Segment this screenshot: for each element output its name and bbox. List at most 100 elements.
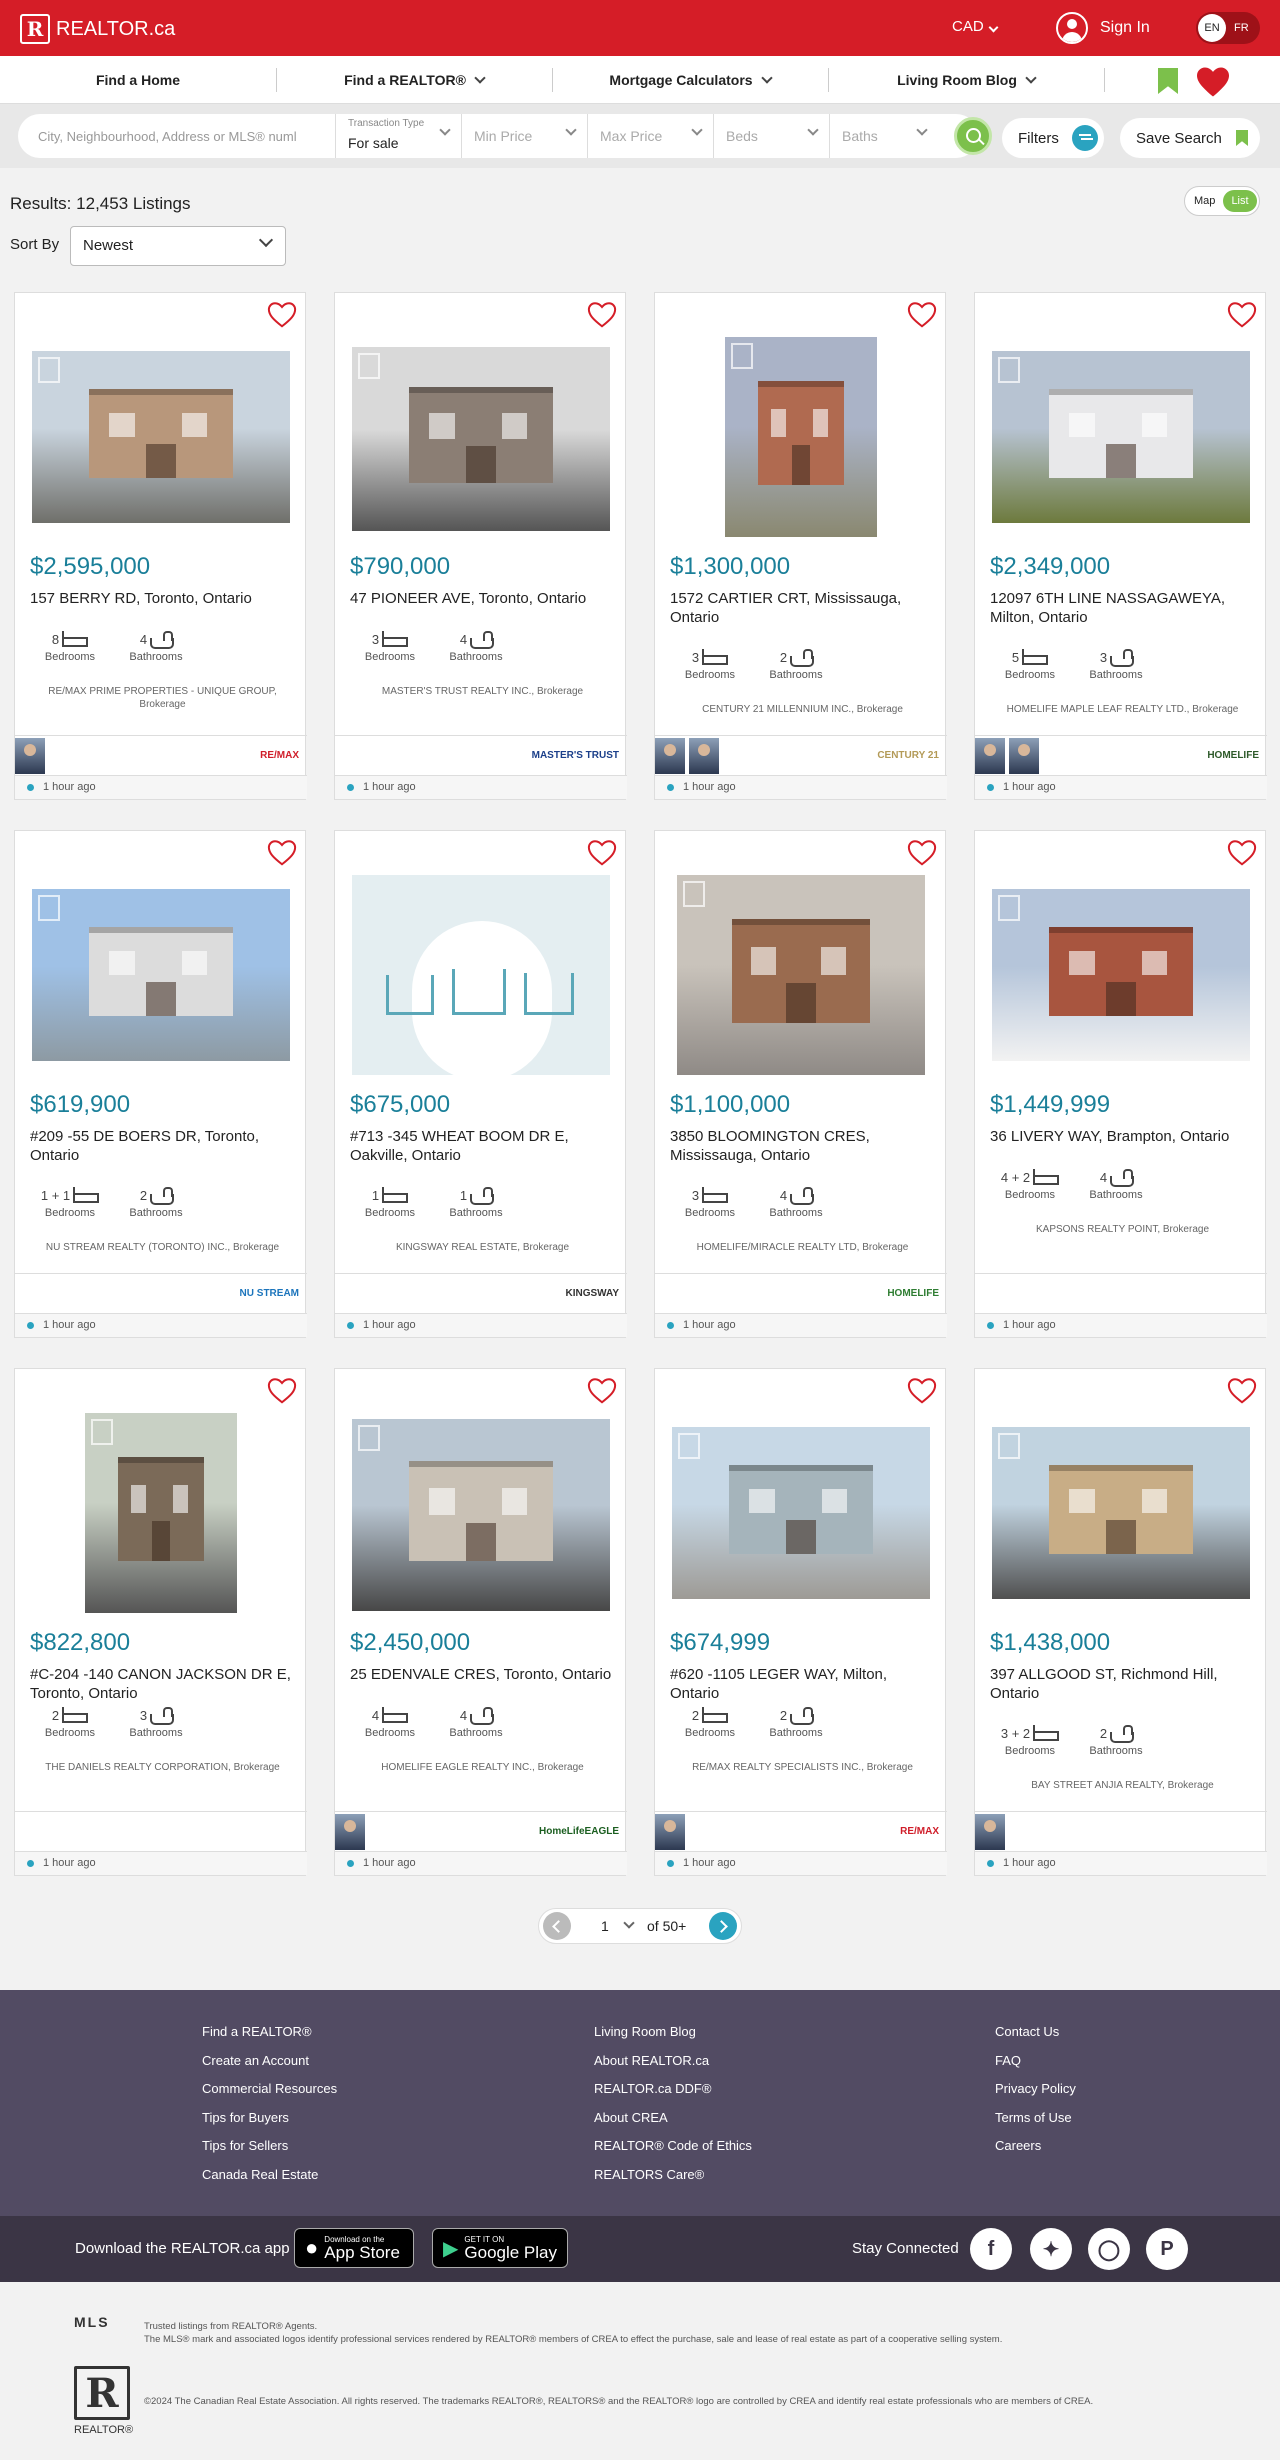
brokerage-logo[interactable]: NU STREAM bbox=[240, 1280, 299, 1306]
listing-photo[interactable] bbox=[352, 875, 610, 1075]
listing-price[interactable]: $1,438,000 bbox=[990, 1629, 1110, 1657]
footer-link[interactable]: Find a REALTOR® bbox=[202, 2018, 337, 2047]
listing-photo[interactable] bbox=[672, 1427, 930, 1599]
listing-price[interactable]: $1,300,000 bbox=[670, 553, 790, 581]
footer-link[interactable]: Commercial Resources bbox=[202, 2075, 337, 2104]
listing-photo[interactable] bbox=[85, 1413, 237, 1613]
listing-card[interactable]: $1,449,999 36 LIVERY WAY, Brampton, Onta… bbox=[974, 830, 1267, 1338]
listing-address[interactable]: 1572 CARTIER CRT, Mississauga, Ontario bbox=[670, 589, 935, 627]
brokerage-logo[interactable]: HOMELIFE bbox=[887, 1280, 939, 1306]
listing-price[interactable]: $675,000 bbox=[350, 1091, 450, 1119]
listing-address[interactable]: #C-204 -140 CANON JACKSON DR E, Toronto,… bbox=[30, 1665, 295, 1703]
listing-card[interactable]: $2,450,000 25 EDENVALE CRES, Toronto, On… bbox=[334, 1368, 627, 1876]
sign-in-button[interactable]: Sign In bbox=[1056, 12, 1150, 44]
agent-photo[interactable] bbox=[689, 738, 719, 774]
footer-link[interactable]: About CREA bbox=[594, 2104, 752, 2133]
filters-button[interactable]: Filters bbox=[1002, 118, 1104, 158]
currency-selector[interactable]: CAD bbox=[952, 18, 999, 35]
language-toggle[interactable]: EN FR bbox=[1196, 12, 1260, 44]
favorite-heart-icon[interactable] bbox=[907, 1377, 937, 1405]
footer-link[interactable]: Tips for Buyers bbox=[202, 2104, 337, 2133]
brokerage-logo[interactable]: RE/MAX bbox=[900, 1818, 939, 1844]
saved-searches-bookmark-icon[interactable] bbox=[1158, 68, 1178, 94]
listing-card[interactable]: $790,000 47 PIONEER AVE, Toronto, Ontari… bbox=[334, 292, 627, 800]
brokerage-logo[interactable]: KINGSWAY bbox=[565, 1280, 619, 1306]
min-price-select[interactable]: Min Price bbox=[462, 114, 588, 158]
agent-photo[interactable] bbox=[1009, 738, 1039, 774]
listing-address[interactable]: 47 PIONEER AVE, Toronto, Ontario bbox=[350, 589, 615, 608]
facebook-icon[interactable]: f bbox=[970, 2228, 1012, 2270]
favorites-heart-icon[interactable] bbox=[1194, 66, 1232, 98]
next-page-button[interactable] bbox=[709, 1912, 737, 1940]
listing-card[interactable]: $2,595,000 157 BERRY RD, Toronto, Ontari… bbox=[14, 292, 307, 800]
footer-link[interactable]: Privacy Policy bbox=[995, 2075, 1076, 2104]
listing-price[interactable]: $2,595,000 bbox=[30, 553, 150, 581]
listing-address[interactable]: 3850 BLOOMINGTON CRES, Mississauga, Onta… bbox=[670, 1127, 935, 1165]
listing-photo[interactable] bbox=[992, 351, 1250, 523]
footer-link[interactable]: Canada Real Estate bbox=[202, 2161, 337, 2190]
listing-card[interactable]: $675,000 #713 -345 WHEAT BOOM DR E, Oakv… bbox=[334, 830, 627, 1338]
pinterest-icon[interactable]: P bbox=[1146, 2228, 1188, 2270]
nav-mortgage-calculators[interactable]: Mortgage Calculators bbox=[552, 56, 828, 104]
listing-address[interactable]: 25 EDENVALE CRES, Toronto, Ontario bbox=[350, 1665, 615, 1684]
favorite-heart-icon[interactable] bbox=[267, 1377, 297, 1405]
max-price-select[interactable]: Max Price bbox=[588, 114, 714, 158]
listing-price[interactable]: $2,349,000 bbox=[990, 553, 1110, 581]
listing-photo[interactable] bbox=[677, 875, 925, 1075]
footer-link[interactable]: Living Room Blog bbox=[594, 2018, 752, 2047]
listing-price[interactable]: $674,999 bbox=[670, 1629, 770, 1657]
agent-photo[interactable] bbox=[655, 738, 685, 774]
favorite-heart-icon[interactable] bbox=[907, 301, 937, 329]
listing-address[interactable]: 397 ALLGOOD ST, Richmond Hill, Ontario bbox=[990, 1665, 1255, 1703]
nav-find-home[interactable]: Find a Home bbox=[0, 56, 276, 104]
brokerage-logo[interactable]: HOMELIFE bbox=[1207, 742, 1259, 768]
listing-card[interactable]: $619,900 #209 -55 DE BOERS DR, Toronto, … bbox=[14, 830, 307, 1338]
current-page-select[interactable]: 1 bbox=[601, 1918, 609, 1934]
favorite-heart-icon[interactable] bbox=[907, 839, 937, 867]
brokerage-logo[interactable]: CENTURY 21 bbox=[877, 742, 939, 768]
google-play-button[interactable]: ▶ GET IT ON Google Play bbox=[432, 2228, 568, 2268]
listing-card[interactable]: $1,438,000 397 ALLGOOD ST, Richmond Hill… bbox=[974, 1368, 1267, 1876]
listing-address[interactable]: 36 LIVERY WAY, Brampton, Ontario bbox=[990, 1127, 1255, 1146]
search-button[interactable] bbox=[954, 117, 992, 155]
listing-address[interactable]: #620 -1105 LEGER WAY, Milton, Ontario bbox=[670, 1665, 935, 1703]
footer-link[interactable]: REALTOR® Code of Ethics bbox=[594, 2132, 752, 2161]
baths-select[interactable]: Baths bbox=[830, 114, 946, 158]
lang-en[interactable]: EN bbox=[1198, 14, 1226, 42]
nav-living-room-blog[interactable]: Living Room Blog bbox=[828, 56, 1104, 104]
agent-photo[interactable] bbox=[975, 1814, 1005, 1850]
twitter-icon[interactable]: ✦ bbox=[1030, 2228, 1072, 2270]
favorite-heart-icon[interactable] bbox=[1227, 1377, 1257, 1405]
agent-photo[interactable] bbox=[15, 738, 45, 774]
favorite-heart-icon[interactable] bbox=[587, 301, 617, 329]
favorite-heart-icon[interactable] bbox=[1227, 301, 1257, 329]
previous-page-button[interactable] bbox=[543, 1912, 571, 1940]
footer-link[interactable]: Careers bbox=[995, 2132, 1076, 2161]
footer-link[interactable]: FAQ bbox=[995, 2047, 1076, 2076]
favorite-heart-icon[interactable] bbox=[267, 839, 297, 867]
instagram-icon[interactable]: ◯ bbox=[1088, 2228, 1130, 2270]
listing-card[interactable]: $674,999 #620 -1105 LEGER WAY, Milton, O… bbox=[654, 1368, 947, 1876]
app-store-button[interactable]: ● Download on the App Store bbox=[294, 2228, 414, 2268]
brokerage-logo[interactable]: MASTER'S TRUST bbox=[532, 742, 619, 768]
lang-fr[interactable]: FR bbox=[1234, 22, 1249, 34]
favorite-heart-icon[interactable] bbox=[587, 1377, 617, 1405]
listing-price[interactable]: $2,450,000 bbox=[350, 1629, 470, 1657]
footer-link[interactable]: Terms of Use bbox=[995, 2104, 1076, 2133]
listing-card[interactable]: $1,100,000 3850 BLOOMINGTON CRES, Missis… bbox=[654, 830, 947, 1338]
footer-link[interactable]: REALTOR.ca DDF® bbox=[594, 2075, 752, 2104]
listing-card[interactable]: $1,300,000 1572 CARTIER CRT, Mississauga… bbox=[654, 292, 947, 800]
agent-photo[interactable] bbox=[655, 1814, 685, 1850]
listing-photo[interactable] bbox=[32, 351, 290, 523]
footer-link[interactable]: Contact Us bbox=[995, 2018, 1076, 2047]
favorite-heart-icon[interactable] bbox=[587, 839, 617, 867]
footer-link[interactable]: REALTORS Care® bbox=[594, 2161, 752, 2190]
transaction-type-select[interactable]: Transaction Type For sale bbox=[336, 114, 462, 158]
listing-photo[interactable] bbox=[725, 337, 877, 537]
listing-photo[interactable] bbox=[32, 889, 290, 1061]
nav-find-realtor[interactable]: Find a REALTOR® bbox=[276, 56, 552, 104]
listing-photo[interactable] bbox=[992, 889, 1250, 1061]
location-search-input[interactable]: City, Neighbourhood, Address or MLS® num… bbox=[18, 114, 336, 158]
agent-photo[interactable] bbox=[335, 1814, 365, 1850]
listing-photo[interactable] bbox=[352, 347, 610, 531]
